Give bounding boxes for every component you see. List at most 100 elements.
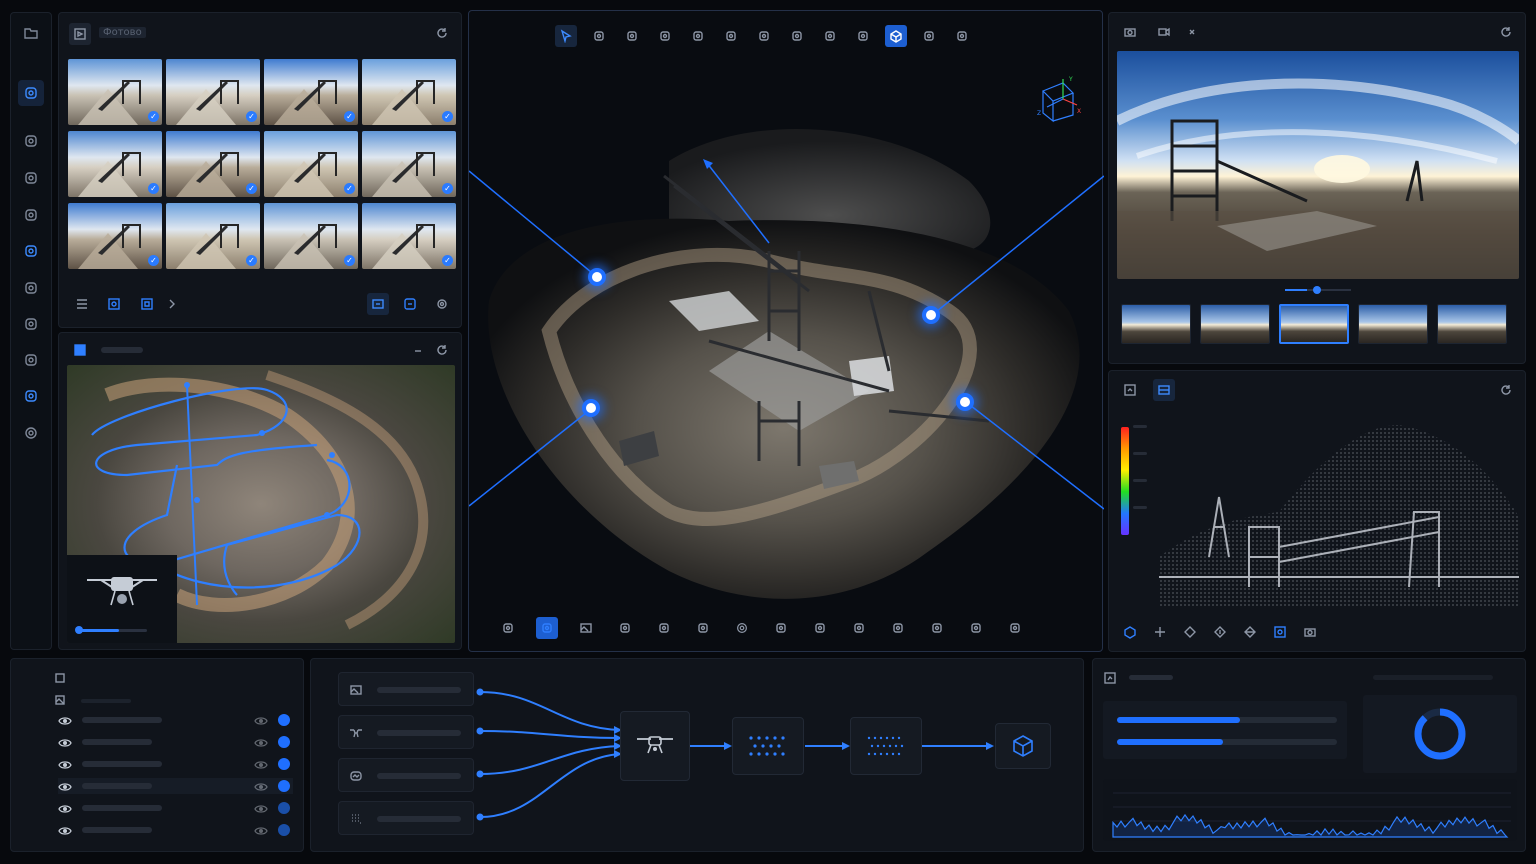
eye-icon[interactable] [254,779,268,793]
check-icon[interactable]: ✓ [246,111,257,122]
pipeline-source[interactable] [338,715,474,749]
move-icon[interactable] [1149,621,1171,643]
sync-icon[interactable] [399,293,421,315]
panorama-thumbnail[interactable] [1200,304,1270,344]
hotspot-marker[interactable] [956,393,974,411]
image-icon[interactable] [575,617,597,639]
layer-color-dot[interactable] [278,758,290,770]
activity-timeline[interactable] [1103,779,1517,841]
layers-icon[interactable] [18,238,44,264]
eye-icon[interactable] [254,823,268,837]
eye-icon[interactable] [58,713,72,727]
eye-icon[interactable] [58,801,72,815]
close-icon[interactable] [1181,21,1203,43]
layer-row[interactable] [58,822,293,838]
cube-solid-icon[interactable] [18,165,44,191]
check-icon[interactable]: ✓ [246,255,257,266]
panorama-thumbnail[interactable] [1121,304,1191,344]
panorama-slider-knob[interactable] [1313,286,1321,294]
mountain-icon[interactable] [18,202,44,228]
pipeline-node-drone[interactable] [620,711,690,781]
check-icon[interactable]: ✓ [148,255,159,266]
settings-icon[interactable] [731,617,753,639]
pipeline-source[interactable] [338,672,474,706]
eye-icon[interactable] [58,735,72,749]
camera-icon[interactable] [1119,21,1141,43]
pipeline-source[interactable] [338,758,474,792]
eye-icon[interactable] [254,801,268,815]
main-3d-viewport[interactable]: Y X Z [468,10,1104,653]
panorama-image[interactable] [1117,51,1519,279]
photo-thumbnail[interactable]: ✓ [264,59,358,125]
table-icon[interactable] [1153,379,1175,401]
square-icon[interactable] [536,617,558,639]
aerial-map[interactable] [67,365,455,643]
hotspot-marker[interactable] [588,268,606,286]
eye-icon[interactable] [254,735,268,749]
frame-icon[interactable] [497,617,519,639]
layer-row[interactable] [58,778,293,794]
refresh-icon[interactable] [1495,379,1517,401]
export-icon[interactable] [1119,379,1141,401]
check-icon[interactable]: ✓ [148,183,159,194]
check-icon[interactable]: ✓ [344,255,355,266]
eye-icon[interactable] [254,757,268,771]
layers-icon[interactable] [926,617,948,639]
refresh-icon[interactable] [431,339,453,361]
image-view-icon[interactable] [103,293,125,315]
stats-icon[interactable] [1099,667,1121,689]
flight-progress-track[interactable] [75,626,147,634]
image-icon[interactable] [49,689,71,711]
target-icon[interactable] [1269,621,1291,643]
diamond-split-icon[interactable] [1239,621,1261,643]
eye-icon[interactable] [58,757,72,771]
refresh-icon[interactable] [1495,21,1517,43]
layer-color-dot[interactable] [278,714,290,726]
pipeline-node-points[interactable] [732,717,804,775]
terrain-icon[interactable] [18,275,44,301]
layer-color-dot[interactable] [278,736,290,748]
check-icon[interactable]: ✓ [344,111,355,122]
check-icon[interactable]: ✓ [246,183,257,194]
folder-icon[interactable] [18,20,44,46]
refresh-icon[interactable] [431,22,453,44]
grid-icon[interactable] [809,617,831,639]
photo-thumbnail[interactable]: ✓ [68,59,162,125]
layer-color-dot[interactable] [278,824,290,836]
layer-row[interactable] [58,756,293,772]
grid-view-icon[interactable] [136,293,158,315]
eye-icon[interactable] [254,713,268,727]
eye-icon[interactable] [58,779,72,793]
hotspot-marker[interactable] [922,306,940,324]
chevron-right-icon[interactable] [161,293,183,315]
layer-color-dot[interactable] [278,780,290,792]
table-icon[interactable] [848,617,870,639]
photo-thumbnail[interactable]: ✓ [166,131,260,197]
panorama-thumbnail[interactable] [1437,304,1507,344]
expand-icon[interactable] [1004,617,1026,639]
sphere-icon[interactable] [692,617,714,639]
layer-row[interactable] [58,712,293,728]
minimize-icon[interactable] [407,339,429,361]
photo-thumbnail[interactable]: ✓ [362,59,456,125]
check-icon[interactable]: ✓ [148,111,159,122]
hotspot-marker[interactable] [582,399,600,417]
map-pin-icon[interactable] [18,347,44,373]
check-icon[interactable]: ✓ [344,183,355,194]
pointcloud-render[interactable] [1159,407,1519,607]
import-icon[interactable] [367,293,389,315]
hexagon-icon[interactable] [614,617,636,639]
photo-thumbnail[interactable]: ✓ [166,203,260,269]
pipeline-node-dense[interactable] [850,717,922,775]
photo-thumbnail[interactable]: ✓ [166,59,260,125]
photo-thumbnail[interactable]: ✓ [362,203,456,269]
diamond-up-icon[interactable] [1209,621,1231,643]
point-cloud-model[interactable] [469,11,1104,653]
dollar-circle-icon[interactable] [18,311,44,337]
flight-progress-knob[interactable] [75,626,83,634]
camera-icon[interactable] [1299,621,1321,643]
video-icon[interactable] [1153,21,1175,43]
photo-thumbnail[interactable]: ✓ [264,203,358,269]
eye-icon[interactable] [58,823,72,837]
cube-outline-icon[interactable] [18,128,44,154]
